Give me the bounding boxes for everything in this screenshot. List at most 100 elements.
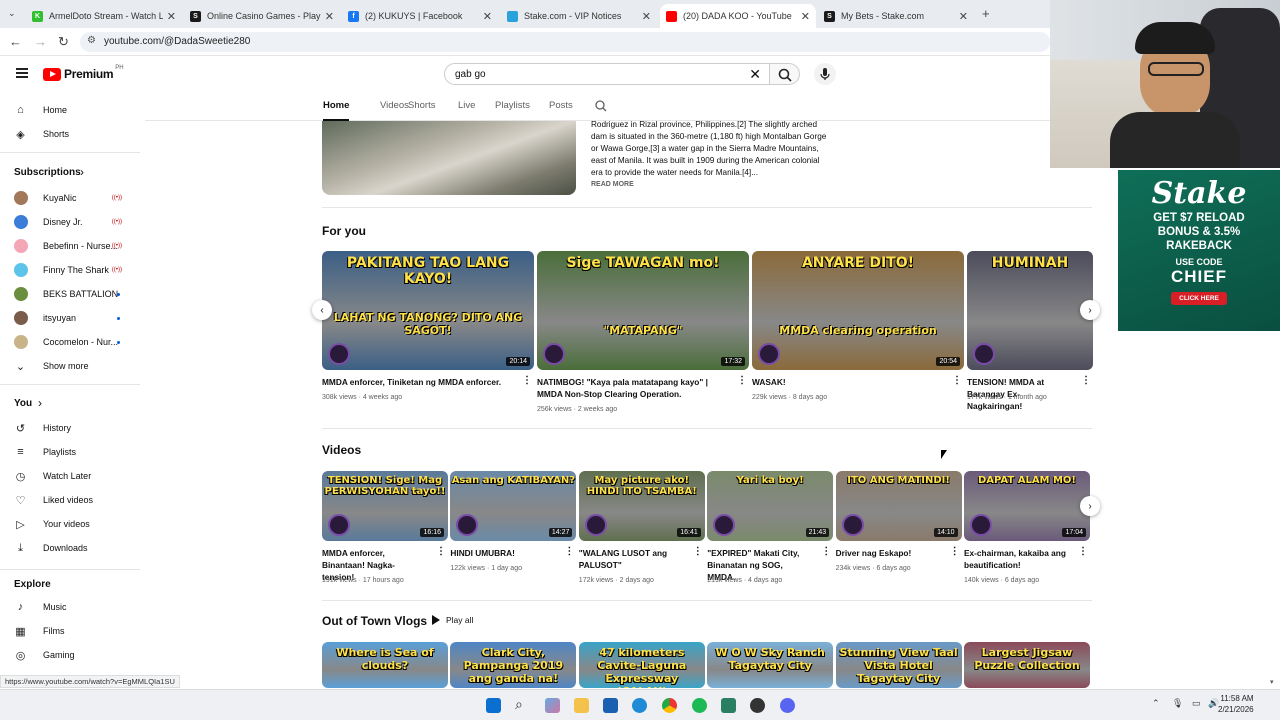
video-title[interactable]: WASAK! [752, 376, 942, 388]
tab-close-icon[interactable]: ✕ [167, 10, 176, 23]
more-actions-icon[interactable]: ⋮ [564, 546, 574, 557]
taskbar-search-icon[interactable]: ⌕ [515, 696, 523, 713]
search-input[interactable]: gab go ✕ [444, 63, 770, 85]
voice-search-button[interactable] [814, 63, 836, 85]
youtube-logo[interactable]: Premium PH [43, 65, 124, 81]
browser-tab[interactable]: Stake.com - VIP Notices ✕ [501, 4, 657, 28]
video-thumbnail[interactable]: 47 kilometers Cavite-Laguna Expressway (… [578, 642, 705, 688]
microphone-tray-icon[interactable]: 🎙 [1172, 698, 1183, 709]
new-tab-button[interactable]: + [982, 6, 990, 21]
more-actions-icon[interactable]: ⋮ [522, 375, 532, 386]
site-settings-icon[interactable]: ⚙ [87, 35, 96, 46]
tab-playlists[interactable]: Playlists [495, 100, 530, 111]
spotify-icon[interactable] [692, 698, 707, 713]
for-you-next-button[interactable]: › [1080, 300, 1100, 320]
more-actions-icon[interactable]: ⋮ [950, 546, 960, 557]
video-thumbnail[interactable]: Asan ang KATIBAYAN? 14:27 [450, 471, 577, 541]
sidebar-item-liked-videos[interactable]: ♡ Liked videos [14, 491, 134, 509]
chrome-icon[interactable] [662, 698, 677, 713]
video-title[interactable]: Ex-chairman, kakaiba ang beautification! [964, 547, 1068, 571]
store-icon[interactable] [603, 698, 618, 713]
video-thumbnail[interactable]: Clark City, Pampanga 2019 ang ganda na! [450, 642, 577, 688]
tab-shorts[interactable]: Shorts [408, 100, 435, 111]
featured-video-thumbnail[interactable] [322, 121, 576, 195]
calculator-icon[interactable] [721, 698, 736, 713]
url-field[interactable]: ⚙ youtube.com/@DadaSweetie280 [80, 32, 1050, 52]
more-actions-icon[interactable]: ⋮ [821, 546, 831, 557]
tab-videos[interactable]: Videos [380, 100, 409, 111]
video-thumbnail[interactable]: W O W Sky Ranch Tagaytay City [707, 642, 834, 688]
tray-chevron-icon[interactable]: ⌃ [1152, 698, 1160, 709]
tab-close-icon[interactable]: ✕ [959, 10, 968, 23]
network-icon[interactable]: ▭ [1192, 698, 1201, 709]
sidebar-subscription[interactable]: itsyuyan [14, 309, 134, 327]
sidebar-subscription[interactable]: Disney Jr. ((•)) [14, 213, 134, 231]
copilot-icon[interactable] [545, 698, 560, 713]
forward-icon[interactable]: → [34, 34, 47, 49]
video-title[interactable]: NATIMBOG! "Kaya pala matatapang kayo" | … [537, 376, 727, 400]
back-icon[interactable]: ← [9, 34, 22, 49]
browser-tab[interactable]: (20) DADA KOO - YouTube ✕ [660, 4, 816, 28]
clear-search-icon[interactable]: ✕ [749, 66, 761, 83]
file-explorer-icon[interactable] [574, 698, 589, 713]
more-actions-icon[interactable]: ⋮ [693, 546, 703, 557]
video-thumbnail[interactable]: HUMINAH [967, 251, 1093, 370]
sidebar-item-home[interactable]: ⌂ Home [14, 101, 134, 119]
tab-close-icon[interactable]: ✕ [483, 10, 492, 23]
subscriptions-heading[interactable]: Subscriptions [14, 167, 81, 178]
sidebar-item-your-videos[interactable]: ▷ Your videos [14, 515, 134, 533]
more-actions-icon[interactable]: ⋮ [1081, 375, 1091, 386]
sidebar-subscription[interactable]: KuyaNic ((•)) [14, 189, 134, 207]
browser-tab[interactable]: f (2) KUKUYS | Facebook ✕ [342, 4, 498, 28]
tab-list-dropdown-icon[interactable]: ⌄ [8, 8, 16, 19]
video-thumbnail[interactable]: Where is Sea of clouds? [322, 642, 448, 688]
sidebar-subscription[interactable]: Bebefinn - Nurse... ((•)) [14, 237, 134, 255]
more-actions-icon[interactable]: ⋮ [1078, 546, 1088, 557]
video-thumbnail[interactable]: Yari ka boy! 21:43 [707, 471, 834, 541]
more-actions-icon[interactable]: ⋮ [737, 375, 747, 386]
tab-live[interactable]: Live [458, 100, 475, 111]
sidebar-subscription[interactable]: Cocomelon - Nur... [14, 333, 134, 351]
obs-icon[interactable] [750, 698, 765, 713]
channel-search-icon[interactable] [594, 99, 608, 113]
video-title[interactable]: "WALANG LUSOT ang PALUSOT" [579, 547, 683, 571]
browser-tab[interactable]: S My Bets - Stake.com ✕ [818, 4, 974, 28]
video-thumbnail[interactable]: DAPAT ALAM MO! 17:04 [964, 471, 1090, 541]
sidebar-item-watch-later[interactable]: ◷ Watch Later [14, 467, 134, 485]
video-thumbnail[interactable]: Stunning View Taal Vista Hotel Tagaytay … [835, 642, 962, 688]
video-thumbnail[interactable]: May picture ako! HINDI ITO TSAMBA! 16:41 [578, 471, 705, 541]
sidebar-item-playlists[interactable]: ≡ Playlists [14, 443, 134, 461]
discord-icon[interactable] [780, 698, 795, 713]
tab-close-icon[interactable]: ✕ [801, 10, 810, 23]
video-thumbnail[interactable]: ITO ANG MATINDI! 14:10 [835, 471, 962, 541]
reload-icon[interactable]: ↻ [58, 34, 69, 50]
read-more-link[interactable]: READ MORE [591, 181, 634, 188]
start-icon[interactable] [486, 698, 501, 713]
more-actions-icon[interactable]: ⋮ [952, 375, 962, 386]
menu-icon[interactable] [16, 68, 28, 78]
sidebar-item-music[interactable]: ♪ Music [14, 598, 134, 616]
browser-tab[interactable]: K ArmelDoto Stream - Watch Live ✕ [26, 4, 182, 28]
play-all-button[interactable]: Play all [432, 615, 473, 625]
sidebar-item-films[interactable]: ▦ Films [14, 622, 134, 640]
video-thumbnail[interactable]: ANYARE DITO! MMDA clearing operation 20:54 [752, 251, 964, 370]
tab-close-icon[interactable]: ✕ [642, 10, 651, 23]
video-thumbnail[interactable]: Largest Jigsaw Puzzle Collection [964, 642, 1090, 688]
sidebar-subscription[interactable]: Finny The Shark ((•)) [14, 261, 134, 279]
sidebar-subscription[interactable]: BEKS BATTALION [14, 285, 134, 303]
tab-posts[interactable]: Posts [549, 100, 573, 111]
system-clock[interactable]: 11:58 AM 2/21/2026 [1218, 693, 1254, 715]
more-actions-icon[interactable]: ⋮ [436, 546, 446, 557]
tab-home[interactable]: Home [323, 100, 350, 121]
edge-icon[interactable] [632, 698, 647, 713]
for-you-prev-button[interactable]: ‹ [312, 300, 332, 320]
sidebar-item-downloads[interactable]: ⤓ Downloads [14, 539, 134, 557]
video-title[interactable]: Driver nag Eskapo! [836, 547, 940, 559]
tab-close-icon[interactable]: ✕ [325, 10, 334, 23]
videos-next-button[interactable]: › [1080, 496, 1100, 516]
promo-click-button[interactable]: CLICK HERE [1171, 292, 1227, 305]
video-thumbnail[interactable]: PAKITANG TAO LANG KAYO! LAHAT NG TANONG? … [322, 251, 534, 370]
you-heading[interactable]: You [14, 398, 32, 409]
video-thumbnail[interactable]: TENSION! Sige! Mag PERWISYOHAN tayo!! 16:… [322, 471, 448, 541]
sidebar-item-history[interactable]: ↺ History [14, 419, 134, 437]
